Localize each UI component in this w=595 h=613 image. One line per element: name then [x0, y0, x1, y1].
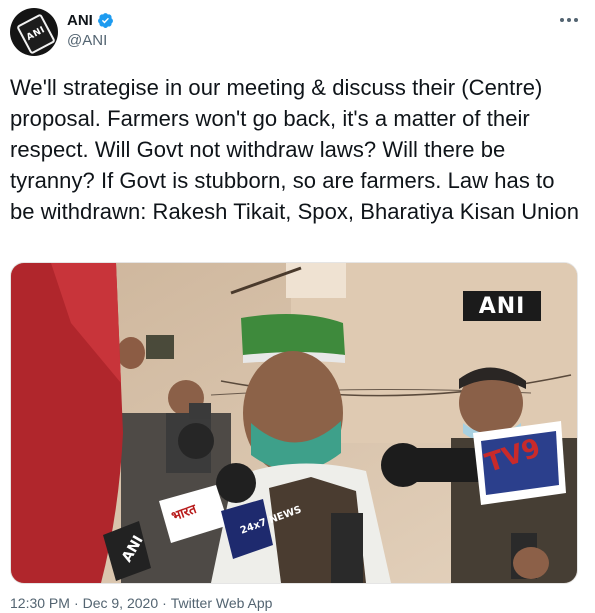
tweet-time[interactable]: 12:30 PM — [10, 595, 70, 611]
tweet-text: We'll strategise in our meeting & discus… — [10, 75, 579, 224]
avatar-logo-text: ANI — [25, 25, 47, 43]
tweet-meta: 12:30 PM · Dec 9, 2020 · Twitter Web App — [10, 595, 272, 611]
ani-logo-icon: ANI — [16, 13, 56, 55]
ani-watermark: ANI — [463, 291, 541, 321]
more-horizontal-icon[interactable] — [554, 10, 584, 30]
avatar[interactable]: ANI — [10, 8, 58, 56]
display-name[interactable]: ANI — [67, 12, 93, 29]
tweet-card: ANI ANI @ANI We'll strategise in our mee… — [0, 0, 595, 613]
author-handle[interactable]: @ANI — [67, 32, 107, 49]
meta-separator-2: · — [162, 595, 167, 611]
watermark-text: ANI — [478, 293, 526, 319]
author-name-row: ANI — [67, 12, 114, 29]
tweet-source-app[interactable]: Twitter Web App — [171, 595, 273, 611]
meta-separator: · — [73, 595, 79, 611]
tweet-date[interactable]: Dec 9, 2020 — [83, 595, 159, 611]
verified-badge-icon — [97, 13, 113, 28]
tweet-media-image[interactable]: ANI TV9 24x7 NEWS भारत ANI — [10, 262, 578, 584]
